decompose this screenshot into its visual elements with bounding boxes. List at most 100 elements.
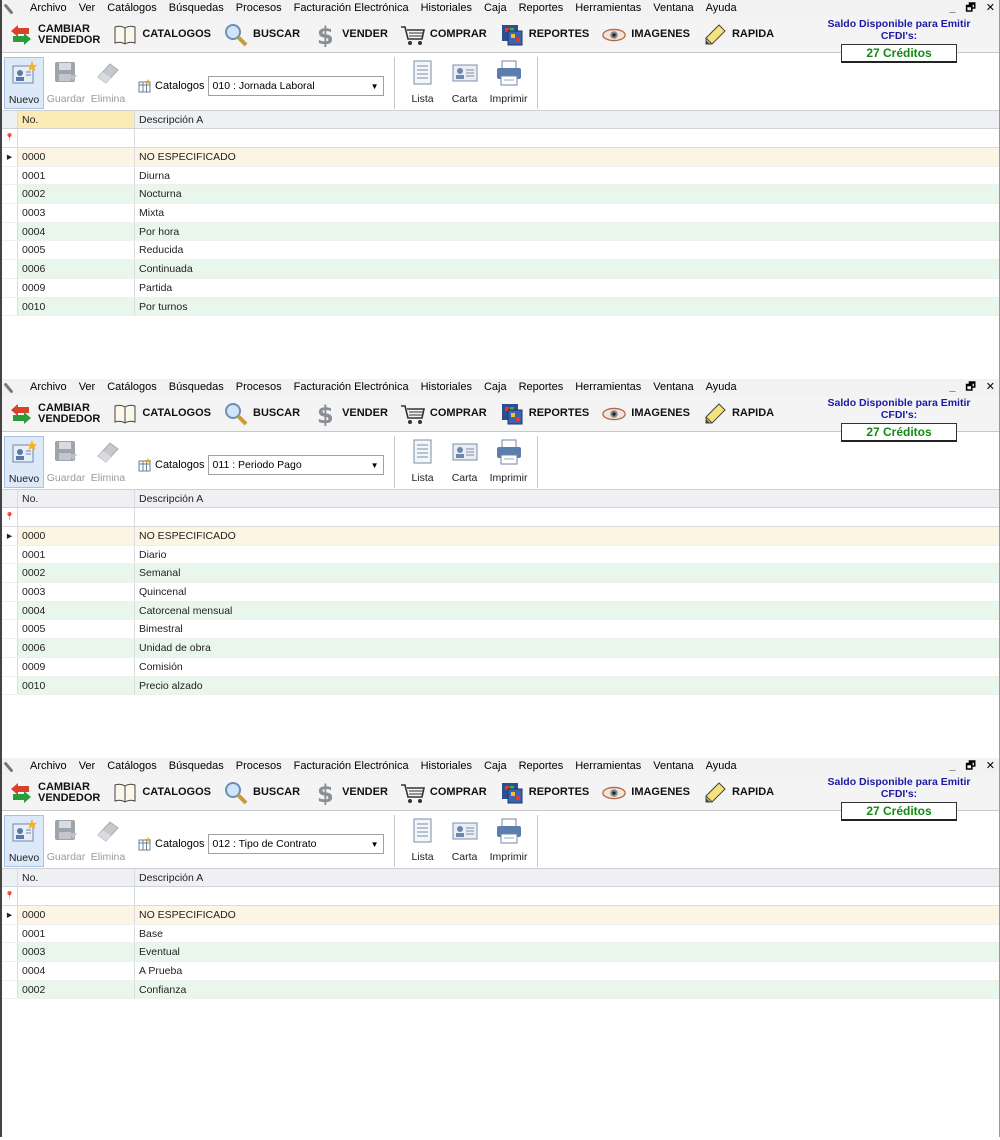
cell-no[interactable]: 0000 [18, 148, 135, 166]
menu-item-búsquedas[interactable]: Búsquedas [163, 0, 230, 17]
cell-desc[interactable]: NO ESPECIFICADO [135, 148, 999, 166]
menu-item-ventana[interactable]: Ventana [647, 0, 699, 17]
cell-desc[interactable]: Continuada [135, 260, 999, 278]
restore-button[interactable]: 🗗 [965, 758, 975, 775]
menu-item-catálogos[interactable]: Catálogos [101, 379, 163, 396]
cell-desc[interactable]: Reducida [135, 241, 999, 259]
lista-button[interactable]: Lista [403, 57, 443, 105]
cell-desc[interactable]: Partida [135, 279, 999, 297]
cell-desc[interactable]: Por hora [135, 223, 999, 241]
cell-desc[interactable]: Por turnos [135, 298, 999, 316]
menu-item-ventana[interactable]: Ventana [647, 758, 699, 775]
table-row[interactable]: ▸ 0000 NO ESPECIFICADO [2, 906, 999, 925]
vender-button[interactable]: $ VENDER [306, 20, 394, 50]
guardar-button[interactable]: Guardar [46, 436, 86, 484]
comprar-button[interactable]: COMPRAR [394, 778, 493, 808]
menu-item-ventana[interactable]: Ventana [647, 379, 699, 396]
column-header-desc[interactable]: Descripción A [135, 111, 999, 128]
close-button[interactable]: ✕ [986, 758, 995, 775]
cell-desc[interactable]: Semanal [135, 564, 999, 582]
cell-no[interactable]: 0004 [18, 222, 135, 241]
column-header-desc[interactable]: Descripción A [135, 490, 999, 507]
menu-item-facturación-electrónica[interactable]: Facturación Electrónica [288, 0, 415, 17]
buscar-button[interactable]: BUSCAR [217, 20, 306, 50]
cell-no[interactable]: 0004 [18, 962, 135, 980]
cambiar-button[interactable]: CAMBIAR VENDEDOR [2, 20, 106, 50]
table-row[interactable]: 0001 Diurna [2, 166, 999, 186]
cell-no[interactable]: 0003 [18, 943, 135, 962]
carta-button[interactable]: Carta [445, 815, 485, 863]
menu-item-catálogos[interactable]: Catálogos [101, 0, 163, 17]
catalog-dropdown[interactable]: 010 : Jornada Laboral ▼ [207, 76, 384, 96]
minimize-button[interactable]: _ [949, 0, 955, 17]
restore-button[interactable]: 🗗 [965, 379, 975, 396]
filter-cell-no[interactable] [18, 508, 135, 526]
table-row[interactable]: 0005 Bimestral [2, 620, 999, 640]
menu-item-historiales[interactable]: Historiales [415, 379, 478, 396]
cell-desc[interactable]: Quincenal [135, 583, 999, 601]
cell-desc[interactable]: Base [135, 925, 999, 943]
pin-icon[interactable]: 📍 [2, 508, 18, 526]
elimina-button[interactable]: Elimina [88, 57, 128, 105]
menu-item-reportes[interactable]: Reportes [513, 0, 570, 17]
pin-icon[interactable]: 📍 [2, 129, 18, 147]
comprar-button[interactable]: COMPRAR [394, 399, 493, 429]
elimina-button[interactable]: Elimina [88, 436, 128, 484]
table-row[interactable]: 0009 Partida [2, 278, 999, 298]
nuevo-button[interactable]: Nuevo [4, 436, 44, 488]
filter-cell-desc[interactable] [135, 508, 999, 526]
pin-icon[interactable]: 📍 [2, 887, 18, 905]
cell-desc[interactable]: Eventual [135, 943, 999, 961]
reportes-button[interactable]: REPORTES [493, 399, 596, 429]
table-row[interactable]: 0009 Comisión [2, 657, 999, 677]
cell-no[interactable]: 0006 [18, 639, 135, 657]
cell-no[interactable]: 0003 [18, 583, 135, 601]
table-row[interactable]: 0006 Continuada [2, 260, 999, 279]
cell-no[interactable]: 0009 [18, 278, 135, 297]
rapida-button[interactable]: RAPIDA [696, 20, 780, 50]
cell-no[interactable]: 0002 [18, 980, 135, 999]
menu-item-herramientas[interactable]: Herramientas [569, 379, 647, 396]
cell-desc[interactable]: Mixta [135, 204, 999, 222]
elimina-button[interactable]: Elimina [88, 815, 128, 863]
menu-item-herramientas[interactable]: Herramientas [569, 0, 647, 17]
menu-item-herramientas[interactable]: Herramientas [569, 758, 647, 775]
table-row[interactable]: 0002 Semanal [2, 564, 999, 584]
menu-item-catálogos[interactable]: Catálogos [101, 758, 163, 775]
cell-no[interactable]: 0000 [18, 527, 135, 545]
menu-item-facturación-electrónica[interactable]: Facturación Electrónica [288, 758, 415, 775]
menu-item-historiales[interactable]: Historiales [415, 758, 478, 775]
cell-desc[interactable]: Bimestral [135, 620, 999, 638]
close-button[interactable]: ✕ [986, 379, 995, 396]
table-row[interactable]: 0003 Mixta [2, 204, 999, 223]
buscar-button[interactable]: BUSCAR [217, 778, 306, 808]
catalogos-button[interactable]: CATALOGOS [106, 20, 217, 50]
cell-no[interactable]: 0001 [18, 166, 135, 185]
menu-item-ver[interactable]: Ver [73, 758, 102, 775]
menu-item-archivo[interactable]: Archivo [24, 379, 73, 396]
menu-item-facturación-electrónica[interactable]: Facturación Electrónica [288, 379, 415, 396]
menu-item-procesos[interactable]: Procesos [230, 0, 288, 17]
cell-no[interactable]: 0002 [18, 564, 135, 583]
vender-button[interactable]: $ VENDER [306, 778, 394, 808]
table-row[interactable]: 0004 Catorcenal mensual [2, 601, 999, 621]
buscar-button[interactable]: BUSCAR [217, 399, 306, 429]
cell-no[interactable]: 0004 [18, 601, 135, 620]
cell-no[interactable]: 0009 [18, 657, 135, 676]
menu-item-reportes[interactable]: Reportes [513, 379, 570, 396]
cell-no[interactable]: 0006 [18, 260, 135, 278]
imprimir-button[interactable]: Imprimir [487, 57, 531, 105]
table-row[interactable]: 0004 Por hora [2, 222, 999, 242]
menu-item-archivo[interactable]: Archivo [24, 758, 73, 775]
cell-desc[interactable]: Confianza [135, 981, 999, 999]
cell-no[interactable]: 0003 [18, 204, 135, 222]
table-row[interactable]: ▸ 0000 NO ESPECIFICADO [2, 148, 999, 167]
table-row[interactable]: 0001 Diario [2, 545, 999, 565]
restore-button[interactable]: 🗗 [965, 0, 975, 17]
table-row[interactable]: 0003 Quincenal [2, 583, 999, 602]
cell-no[interactable]: 0001 [18, 924, 135, 943]
imagenes-button[interactable]: IMAGENES [595, 778, 696, 808]
carta-button[interactable]: Carta [445, 57, 485, 105]
guardar-button[interactable]: Guardar [46, 815, 86, 863]
cambiar-button[interactable]: CAMBIAR VENDEDOR [2, 778, 106, 808]
